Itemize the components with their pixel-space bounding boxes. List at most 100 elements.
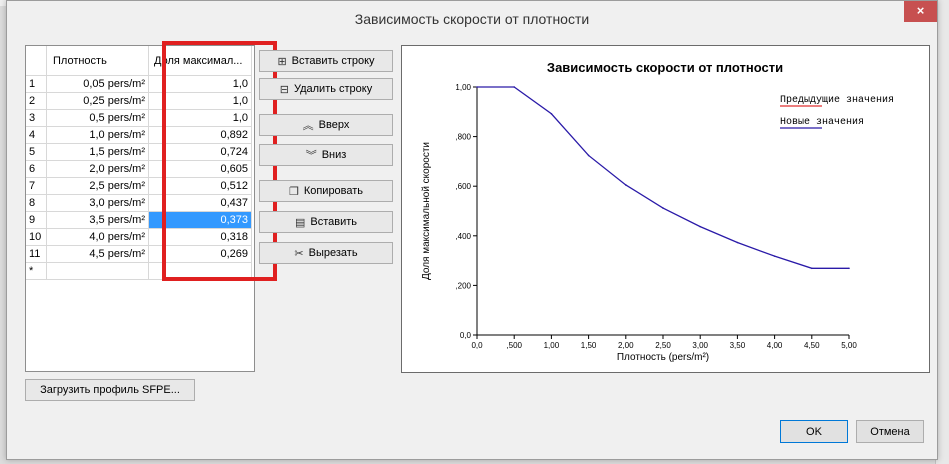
data-point	[773, 255, 776, 257]
data-point	[587, 154, 590, 157]
y-tick-label: ,800	[455, 133, 471, 142]
row-number[interactable]: 3	[26, 109, 47, 127]
fraction-cell[interactable]: 1,0	[148, 75, 252, 93]
cancel-button[interactable]: Отмена	[856, 420, 924, 443]
table-header-row: Плотность Доля максимал...	[26, 46, 252, 76]
row-number[interactable]: 4	[26, 126, 47, 144]
table-row[interactable]: 4 1,0 pers/m² 0,892	[26, 126, 252, 144]
cut-button[interactable]: ✂ Вырезать	[259, 242, 393, 264]
new-row[interactable]: *	[26, 262, 252, 280]
density-cell[interactable]: 3,0 pers/m²	[46, 194, 149, 212]
fraction-cell[interactable]: 0,373	[148, 211, 252, 229]
fraction-cell[interactable]: 0,512	[148, 177, 252, 195]
delete-row-label: Удалить строку	[293, 83, 373, 95]
x-tick-label: 3,00	[692, 341, 708, 350]
chevron-down-icon: ︾	[305, 150, 317, 162]
row-number[interactable]: 6	[26, 160, 47, 178]
x-tick-label: 3,50	[730, 341, 746, 350]
copy-button[interactable]: ❐ Копировать	[259, 180, 393, 202]
density-cell[interactable]: 3,5 pers/m²	[46, 211, 149, 229]
y-tick-label: ,200	[455, 281, 471, 290]
y-axis-label: Доля максимальной скорости	[421, 142, 432, 280]
move-up-button[interactable]: ︽ Вверх	[259, 114, 393, 136]
row-number[interactable]: 8	[26, 194, 47, 212]
data-point	[699, 225, 701, 228]
copy-label: Копировать	[303, 185, 364, 197]
paste-label: Вставить	[310, 216, 358, 228]
chevron-up-icon: ︽	[302, 120, 314, 132]
row-number[interactable]: 5	[26, 143, 47, 161]
table-row[interactable]: 6 2,0 pers/m² 0,605	[26, 160, 252, 178]
table-row[interactable]: 11 4,5 pers/m² 0,269	[26, 245, 252, 263]
density-cell[interactable]: 0,5 pers/m²	[46, 109, 149, 127]
move-down-button[interactable]: ︾ Вниз	[259, 144, 393, 166]
legend-label: Предыдущие значения	[780, 95, 894, 106]
density-cell[interactable]: 0,05 pers/m²	[46, 75, 149, 93]
dialog-window: Зависимость скорости от плотности × Плот…	[6, 0, 938, 460]
table-row[interactable]: 5 1,5 pers/m² 0,724	[26, 143, 252, 161]
table-row[interactable]: 3 0,5 pers/m² 1,0	[26, 109, 252, 127]
data-point	[736, 241, 739, 244]
table-row[interactable]: 1 0,05 pers/m² 1,0	[26, 75, 252, 93]
title-bar[interactable]: Зависимость скорости от плотности ×	[7, 1, 937, 37]
fraction-cell[interactable]: 0,269	[148, 245, 252, 263]
column-header-density[interactable]: Плотность	[46, 46, 149, 76]
row-number[interactable]: 1	[26, 75, 47, 93]
fraction-cell[interactable]: 0,318	[148, 228, 252, 246]
window-title: Зависимость скорости от плотности	[354, 11, 590, 27]
density-cell[interactable]: 1,5 pers/m²	[46, 143, 149, 161]
fraction-cell[interactable]: 1,0	[148, 109, 252, 127]
fraction-cell[interactable]: 0,892	[148, 126, 252, 144]
load-sfpe-button[interactable]: Загрузить профиль SFPE...	[25, 379, 195, 401]
delete-row-icon: ⊟	[279, 83, 289, 96]
density-cell[interactable]	[46, 262, 149, 280]
density-cell[interactable]: 2,0 pers/m²	[46, 160, 149, 178]
density-cell[interactable]: 0,25 pers/m²	[46, 92, 149, 110]
x-tick-label: 2,50	[655, 341, 671, 350]
fraction-cell[interactable]: 1,0	[148, 92, 252, 110]
paste-button[interactable]: ▤ Вставить	[259, 211, 393, 233]
fraction-cell[interactable]: 0,724	[148, 143, 252, 161]
density-cell[interactable]: 1,0 pers/m²	[46, 126, 149, 144]
fraction-cell[interactable]: 0,437	[148, 194, 252, 212]
insert-row-icon: ⊞	[277, 55, 287, 68]
x-axis-label: Плотность (pers/m²)	[617, 352, 709, 363]
chart-canvas: Зависимость скорости от плотности 0,0 ,200…	[421, 60, 894, 363]
row-number[interactable]: 2	[26, 92, 47, 110]
density-cell[interactable]: 4,5 pers/m²	[46, 245, 149, 263]
table-row[interactable]: 2 0,25 pers/m² 1,0	[26, 92, 252, 110]
density-cell[interactable]: 2,5 pers/m²	[46, 177, 149, 195]
series-line-2	[477, 86, 849, 269]
fraction-cell[interactable]	[148, 262, 252, 280]
fraction-cell[interactable]: 0,605	[148, 160, 252, 178]
data-point	[476, 86, 478, 88]
paste-icon: ▤	[294, 216, 306, 229]
y-tick-label: ,400	[455, 232, 471, 241]
x-tick-label: 1,50	[581, 341, 597, 350]
y-tick-label: 0,0	[460, 331, 472, 340]
row-number[interactable]: 7	[26, 177, 47, 195]
chart-title: Зависимость скорости от плотности	[547, 60, 783, 75]
density-cell[interactable]: 4,0 pers/m²	[46, 228, 149, 246]
x-tick-label: 1,00	[544, 341, 560, 350]
table-row[interactable]: 7 2,5 pers/m² 0,512	[26, 177, 252, 195]
ok-button[interactable]: OK	[780, 420, 848, 443]
row-header-corner	[26, 46, 47, 76]
data-point	[550, 112, 553, 115]
move-up-label: Вверх	[318, 119, 350, 131]
table-row[interactable]: 8 3,0 pers/m² 0,437	[26, 194, 252, 212]
copy-icon: ❐	[288, 185, 299, 198]
move-down-label: Вниз	[321, 149, 347, 161]
table-row[interactable]: 10 4,0 pers/m² 0,318	[26, 228, 252, 246]
y-tick-label: ,600	[455, 182, 471, 191]
column-header-fraction[interactable]: Доля максимал...	[148, 46, 252, 76]
row-number[interactable]: 10	[26, 228, 47, 246]
table-row[interactable]: 9 3,5 pers/m² 0,373	[26, 211, 252, 229]
close-button[interactable]: ×	[904, 1, 937, 22]
new-row-marker: *	[26, 262, 47, 280]
row-number[interactable]: 9	[26, 211, 47, 229]
delete-row-button[interactable]: ⊟ Удалить строку	[259, 78, 393, 100]
insert-row-button[interactable]: ⊞ Вставить строку	[259, 50, 393, 72]
x-tick-label: 2,00	[618, 341, 634, 350]
row-number[interactable]: 11	[26, 245, 47, 263]
